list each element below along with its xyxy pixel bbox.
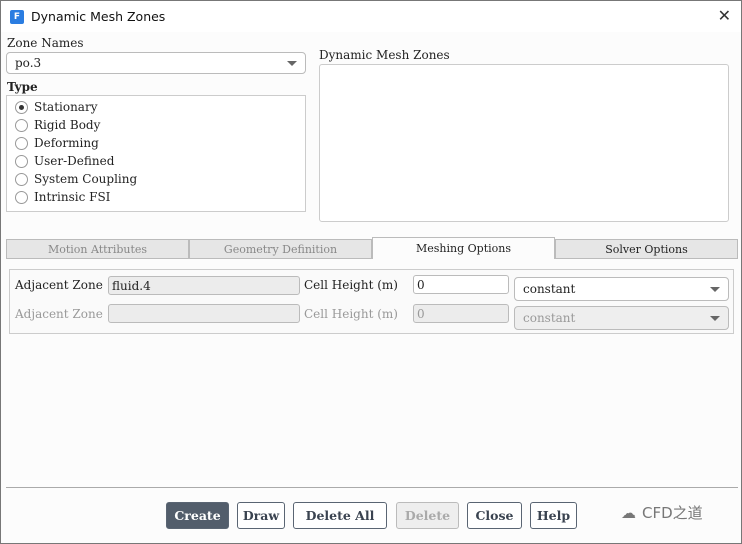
chevron-down-icon: [287, 61, 297, 66]
adjacent-zone-label-2: Adjacent Zone: [15, 307, 103, 321]
radio-label: Stationary: [34, 100, 98, 114]
radio-icon: [15, 172, 28, 186]
tab-motion-attributes[interactable]: Motion Attributes: [6, 239, 189, 259]
radio-icon: [15, 136, 28, 150]
wechat-icon: ☁: [621, 503, 636, 522]
dynamic-zones-list[interactable]: [319, 64, 729, 222]
close-button[interactable]: Close: [467, 502, 522, 529]
radio-stationary[interactable]: Stationary: [15, 100, 97, 114]
dynamic-zones-label: Dynamic Mesh Zones: [319, 48, 450, 62]
tab-geometry-definition[interactable]: Geometry Definition: [189, 239, 372, 259]
chevron-down-icon: [710, 316, 720, 321]
zone-names-label: Zone Names: [7, 36, 84, 50]
delete-all-button[interactable]: Delete All: [293, 502, 387, 529]
divider: [6, 487, 738, 488]
radio-rigid-body[interactable]: Rigid Body: [15, 118, 100, 132]
method-value: constant: [523, 282, 576, 296]
tab-bar: Motion Attributes Geometry Definition Me…: [6, 237, 738, 259]
type-radio-group: Stationary Rigid Body Deforming User-Def…: [6, 95, 306, 212]
method-value-2: constant: [523, 311, 576, 325]
cell-height-input-2: 0: [413, 304, 509, 323]
radio-deforming[interactable]: Deforming: [15, 136, 99, 150]
type-label: Type: [7, 80, 38, 94]
radio-icon: [15, 154, 28, 168]
cell-height-value-2: 0: [417, 306, 425, 321]
delete-button: Delete: [396, 502, 459, 529]
radio-user-defined[interactable]: User-Defined: [15, 154, 114, 168]
create-button[interactable]: Create: [166, 502, 229, 529]
title-bar: F Dynamic Mesh Zones ✕: [1, 1, 741, 32]
cell-height-method-dropdown-2: constant: [514, 306, 729, 330]
help-button[interactable]: Help: [530, 502, 577, 529]
zone-names-value: po.3: [15, 56, 42, 70]
dialog-window: F Dynamic Mesh Zones ✕ Zone Names po.3 T…: [0, 0, 742, 544]
radio-label: Rigid Body: [34, 118, 101, 132]
chevron-down-icon: [710, 287, 720, 292]
cell-height-label: Cell Height (m): [304, 278, 398, 292]
adjacent-zone-field-2: [108, 304, 300, 323]
zone-names-dropdown[interactable]: po.3: [6, 52, 306, 74]
radio-selected-icon: [15, 100, 28, 114]
radio-system-coupling[interactable]: System Coupling: [15, 172, 137, 186]
adjacent-zone-field: fluid.4: [108, 276, 300, 295]
adjacent-zone-label: Adjacent Zone: [15, 278, 103, 292]
watermark-text: CFD之道: [642, 504, 703, 522]
cell-height-input[interactable]: 0: [413, 275, 509, 294]
close-icon[interactable]: ✕: [718, 6, 731, 25]
radio-label: System Coupling: [34, 172, 138, 186]
window-title: Dynamic Mesh Zones: [31, 9, 166, 24]
radio-icon: [15, 190, 28, 204]
watermark: ☁ CFD之道: [621, 502, 703, 523]
radio-label: Intrinsic FSI: [34, 190, 111, 204]
cell-height-value: 0: [417, 277, 425, 292]
draw-button[interactable]: Draw: [237, 502, 285, 529]
radio-label: User-Defined: [34, 154, 115, 168]
cell-height-method-dropdown[interactable]: constant: [514, 277, 729, 301]
app-icon: F: [10, 9, 24, 24]
radio-label: Deforming: [34, 136, 99, 150]
cell-height-label-2: Cell Height (m): [304, 307, 398, 321]
tab-meshing-options[interactable]: Meshing Options: [372, 237, 555, 259]
radio-icon: [15, 118, 28, 132]
meshing-options-panel: Adjacent Zone fluid.4 Cell Height (m) 0 …: [9, 269, 734, 334]
radio-intrinsic-fsi[interactable]: Intrinsic FSI: [15, 190, 110, 204]
adjacent-zone-value: fluid.4: [112, 278, 151, 293]
tab-solver-options[interactable]: Solver Options: [555, 239, 738, 259]
